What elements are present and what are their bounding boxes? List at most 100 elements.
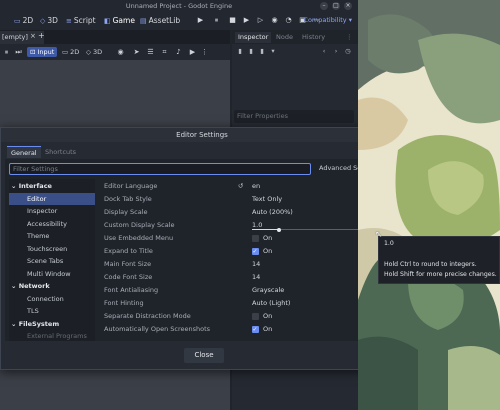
- checkbox-label: On: [263, 325, 273, 333]
- suspend-icon[interactable]: ⏸: [2, 47, 11, 57]
- tree-section-filesystem[interactable]: ⌄ FileSystem: [9, 318, 95, 330]
- tab-node[interactable]: Node: [276, 32, 293, 43]
- remote-debug-button[interactable]: ◔: [284, 16, 293, 25]
- slider-grabber[interactable]: [276, 227, 281, 232]
- renderer-select[interactable]: Compatibility ▾: [303, 16, 352, 24]
- setting-label: Custom Display Scale: [104, 221, 175, 229]
- workspace-2d-button[interactable]: ▭ 2D: [14, 15, 33, 27]
- setting-checkbox[interactable]: [252, 235, 259, 242]
- desktop-wallpaper: [358, 0, 500, 410]
- movie-maker-button[interactable]: ◉: [270, 16, 279, 25]
- visibility-eye-icon[interactable]: ◉: [116, 47, 125, 57]
- tab-general[interactable]: General: [7, 146, 41, 158]
- tree-section-network[interactable]: ⌄ Network: [9, 280, 95, 292]
- input-mode-button[interactable]: ⊡ Input: [27, 47, 58, 57]
- pause-button[interactable]: ⏸: [212, 16, 221, 25]
- new-resource-icon[interactable]: ▮: [236, 47, 244, 55]
- filter-settings-input[interactable]: Filter Settings: [9, 163, 311, 175]
- tree-section-interface[interactable]: ⌄ Interface: [9, 180, 95, 192]
- tab-history[interactable]: History: [302, 32, 325, 43]
- mode-3d-button[interactable]: ◇ 3D: [86, 47, 102, 57]
- setting-label: Use Embedded Menu: [104, 234, 174, 242]
- setting-label: Dock Tab Style: [104, 195, 152, 203]
- setting-label: Font Hinting: [104, 299, 144, 307]
- advanced-settings-label: Advanced Settings: [319, 164, 358, 172]
- maximize-button[interactable]: □: [332, 2, 340, 10]
- window-titlebar[interactable]: Unnamed Project - Godot Engine: [0, 0, 358, 12]
- workspace-3d-button[interactable]: ◇ 3D: [40, 15, 58, 27]
- setting-label: Separate Distraction Mode: [104, 312, 191, 320]
- tree-item-connection[interactable]: Connection: [9, 293, 95, 305]
- setting-label: Font Antialiasing: [104, 286, 159, 294]
- tree-item-editor[interactable]: Editor: [9, 192, 95, 205]
- revert-icon[interactable]: ↺: [238, 180, 243, 193]
- inspector-toolbar: ▮ ▮ ▮ ▾ ‹ › ◷: [232, 44, 358, 58]
- tree-item-external-programs[interactable]: External Programs: [9, 330, 95, 341]
- setting-label: Automatically Open Screenshots: [104, 325, 211, 333]
- setting-checkbox[interactable]: [252, 245, 259, 258]
- tree-item-inspector[interactable]: Inspector: [9, 205, 95, 217]
- 3d-mode-icon: ◇: [86, 48, 91, 56]
- tab-shortcuts[interactable]: Shortcuts: [41, 146, 80, 158]
- close-button[interactable]: Close: [184, 348, 224, 363]
- tree-item-touchscreen[interactable]: Touchscreen: [9, 243, 95, 255]
- setting-row-automatically-open-screenshots: Automatically Open Screenshots On: [101, 323, 358, 336]
- workspace-script-button[interactable]: ≡ Script: [66, 15, 96, 27]
- tree-item-theme[interactable]: Theme: [9, 230, 95, 242]
- setting-dropdown[interactable]: Auto (Light): [252, 297, 290, 310]
- setting-label: Expand to Title: [104, 247, 153, 255]
- tab-inspector[interactable]: Inspector: [235, 32, 272, 43]
- next-frame-icon[interactable]: ⏭: [14, 47, 23, 57]
- history-back-icon[interactable]: ‹: [320, 47, 328, 55]
- save-resource-icon[interactable]: ▮: [258, 47, 266, 55]
- run-current-scene-button[interactable]: ▶: [242, 16, 251, 25]
- resource-menu-icon[interactable]: ▾: [269, 47, 277, 55]
- setting-slider-value[interactable]: 1.0: [252, 219, 262, 232]
- script-icon: ≡: [66, 17, 72, 25]
- add-scene-tab-button[interactable]: +: [38, 31, 45, 40]
- stop-button[interactable]: ■: [228, 16, 237, 25]
- workspace-assetlib-label: AssetLib: [148, 16, 181, 25]
- setting-row-font-hinting: Font HintingAuto (Light)⌄: [101, 297, 358, 310]
- setting-number-input[interactable]: 14: [252, 258, 260, 271]
- tree-item-scene-tabs[interactable]: Scene Tabs: [9, 255, 95, 267]
- close-window-button[interactable]: ×: [344, 2, 352, 10]
- settings-category-tree: ⌄ Interface Editor Inspector Accessibility T…: [9, 179, 95, 341]
- setting-number-input[interactable]: 14: [252, 271, 260, 284]
- setting-label: Display Scale: [104, 208, 148, 216]
- setting-dropdown[interactable]: Auto (200%): [252, 206, 293, 219]
- setting-checkbox[interactable]: [252, 323, 259, 336]
- filter-properties-input[interactable]: Filter Properties: [234, 110, 354, 123]
- load-resource-icon[interactable]: ▮: [247, 47, 255, 55]
- setting-label: Main Font Size: [104, 260, 152, 268]
- minimize-button[interactable]: –: [320, 2, 328, 10]
- setting-dropdown[interactable]: Text Only: [252, 193, 282, 206]
- select-cursor-icon[interactable]: ➤: [132, 47, 141, 57]
- history-forward-icon[interactable]: ›: [332, 47, 340, 55]
- workspace-game-button[interactable]: ◧ Game: [104, 15, 135, 27]
- tree-item-multi-window[interactable]: Multi Window: [9, 268, 95, 280]
- workspace-assetlib-button[interactable]: ▤ AssetLib: [140, 15, 180, 27]
- scene-tab-close-icon[interactable]: ×: [30, 32, 36, 40]
- tree-item-accessibility[interactable]: Accessibility: [9, 218, 95, 230]
- options-icon[interactable]: ⋮: [200, 47, 209, 57]
- list-select-icon[interactable]: ☰: [146, 47, 155, 57]
- camera-override-icon[interactable]: ▶: [188, 47, 197, 57]
- window-title: Unnamed Project - Godot Engine: [125, 2, 233, 10]
- setting-row-custom-display-scale: Custom Display Scale 1.0: [101, 219, 358, 232]
- tree-item-tls[interactable]: TLS: [9, 305, 95, 317]
- dock-menu-icon[interactable]: ⋮: [346, 32, 353, 43]
- scale-slider[interactable]: [252, 227, 358, 232]
- object-history-icon[interactable]: ◷: [344, 47, 352, 55]
- mode-2d-button[interactable]: ▭ 2D: [62, 47, 79, 57]
- setting-dropdown[interactable]: en: [252, 180, 260, 193]
- setting-checkbox[interactable]: [252, 313, 259, 320]
- setting-label: Editor Language: [104, 182, 158, 190]
- tooltip-hint-shift: Hold Shift for more precise changes.: [384, 271, 497, 278]
- camera-icon[interactable]: ⌗: [160, 47, 169, 57]
- setting-dropdown[interactable]: Grayscale: [252, 284, 284, 297]
- run-specific-scene-button[interactable]: ▷: [256, 16, 265, 25]
- speaker-icon[interactable]: ♪: [174, 47, 183, 57]
- setting-row-use-embedded-menu: Use Embedded Menu On: [101, 232, 358, 245]
- run-project-button[interactable]: ▶: [196, 16, 205, 25]
